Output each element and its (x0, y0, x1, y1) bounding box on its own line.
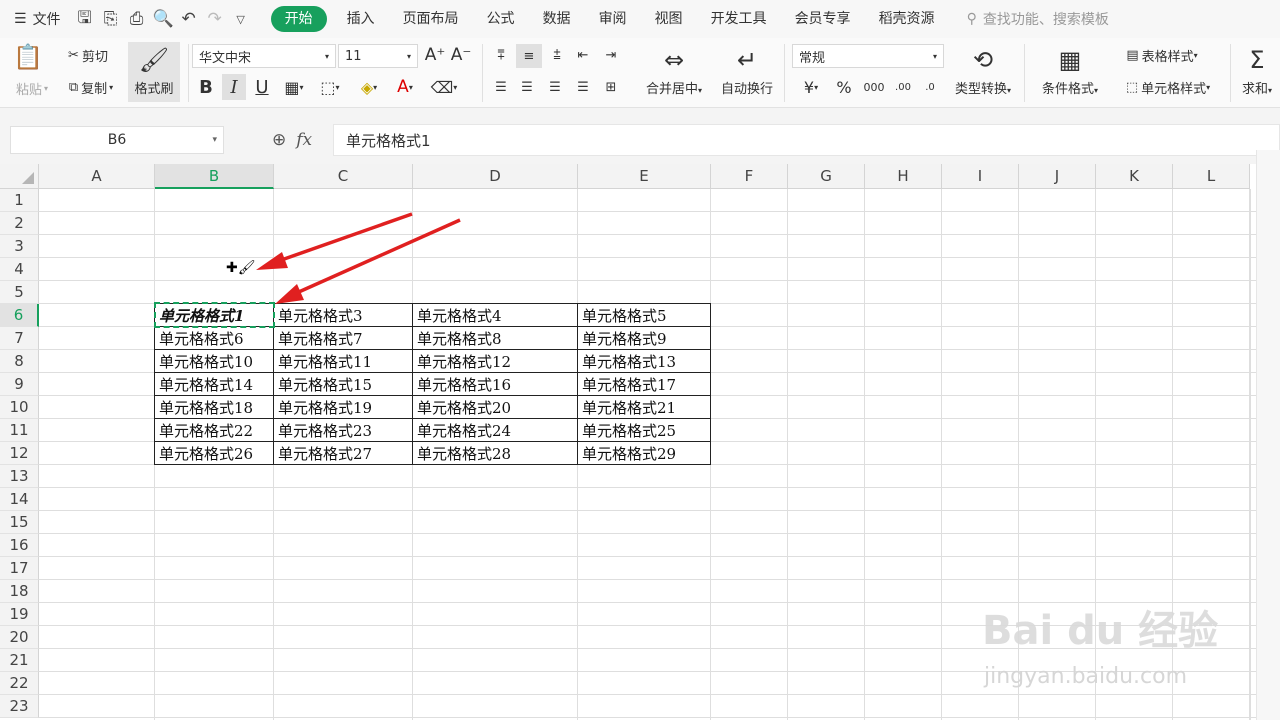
format-painter-cursor-icon: ✚🖌 (226, 260, 256, 276)
red-arrow-1 (256, 212, 413, 270)
red-arrow-2 (275, 218, 461, 304)
watermark-url: jingyan.baidu.com (984, 664, 1188, 689)
watermark-logo: Bai du 经验 (982, 608, 1219, 654)
